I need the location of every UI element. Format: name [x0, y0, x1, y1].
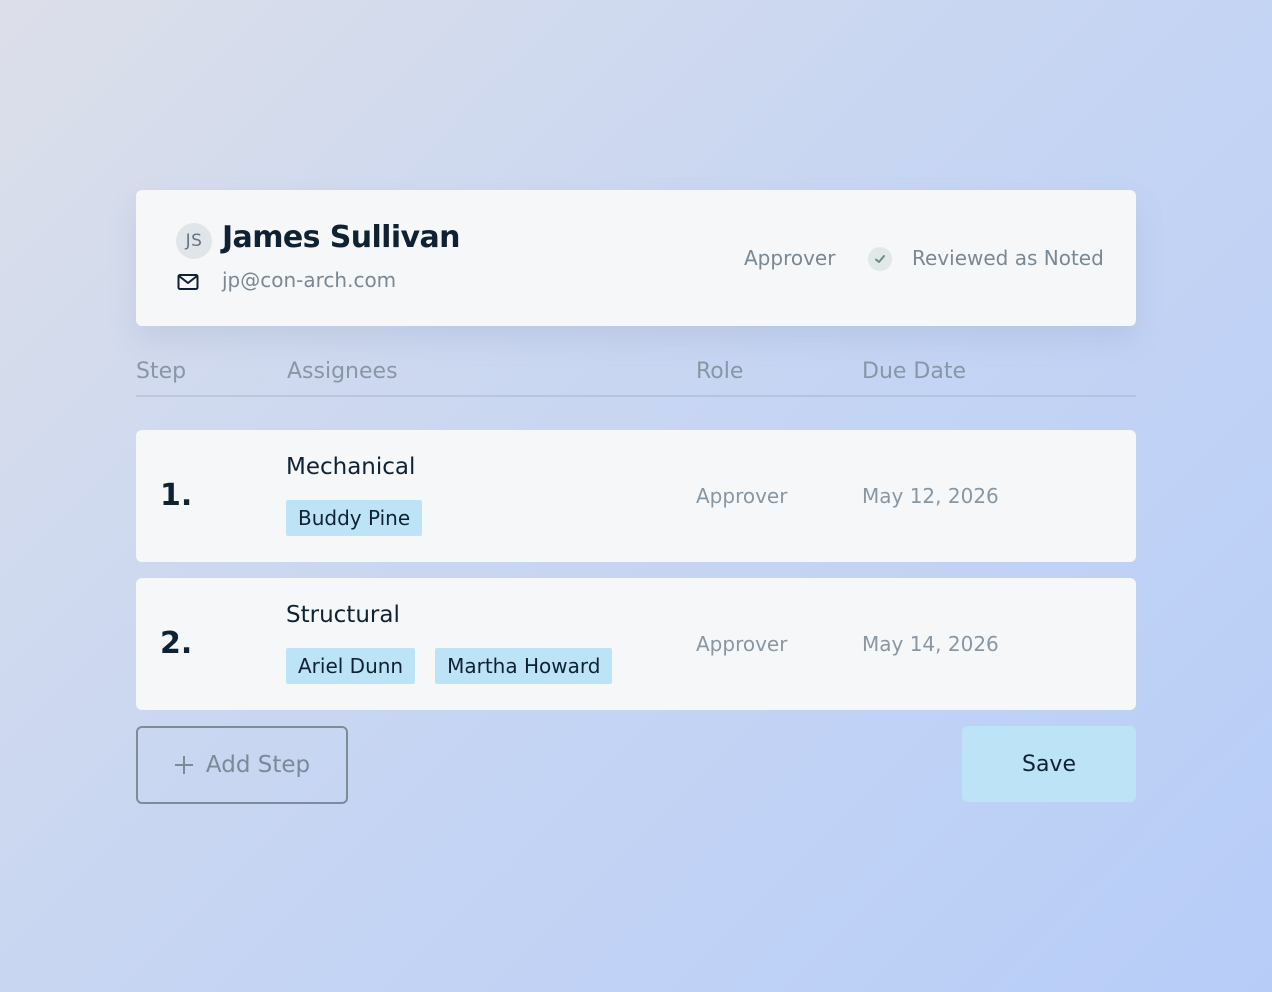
header-divider [136, 395, 1136, 397]
workflow-panel: JS James Sullivan jp@con-arch.com Approv… [0, 0, 1272, 992]
assignee-list: Ariel Dunn Martha Howard [286, 648, 613, 684]
assignee-chip[interactable]: Ariel Dunn [286, 648, 416, 684]
assignee-list: Buddy Pine [286, 500, 423, 536]
assignee-chip[interactable]: Martha Howard [435, 648, 613, 684]
step-row[interactable]: 1. Mechanical Buddy Pine Approver May 12… [136, 430, 1136, 562]
review-status: Reviewed as Noted [912, 246, 1104, 270]
check-icon [868, 247, 892, 271]
column-header-assignees: Assignees [287, 359, 398, 384]
step-number: 1. [160, 478, 193, 513]
avatar: JS [176, 223, 212, 259]
column-header-role: Role [696, 359, 744, 384]
column-header-step: Step [136, 359, 187, 384]
step-due-date: May 12, 2026 [862, 484, 999, 508]
save-button[interactable]: Save [962, 726, 1136, 802]
step-role: Approver [696, 484, 788, 508]
approver-email[interactable]: jp@con-arch.com [222, 268, 396, 292]
approver-name: James Sullivan [222, 220, 460, 255]
approver-card: JS James Sullivan jp@con-arch.com Approv… [136, 190, 1136, 326]
step-role: Approver [696, 632, 788, 656]
step-name: Structural [286, 602, 400, 628]
mail-icon [177, 274, 199, 290]
step-row[interactable]: 2. Structural Ariel Dunn Martha Howard A… [136, 578, 1136, 710]
add-step-label: Add Step [205, 752, 311, 778]
plus-icon [174, 755, 194, 775]
add-step-button[interactable]: Add Step [136, 726, 348, 804]
column-header-due-date: Due Date [862, 359, 966, 384]
assignee-chip[interactable]: Buddy Pine [286, 500, 423, 536]
step-due-date: May 14, 2026 [862, 632, 999, 656]
step-name: Mechanical [286, 454, 416, 480]
step-number: 2. [160, 626, 193, 661]
approver-role: Approver [744, 246, 836, 270]
